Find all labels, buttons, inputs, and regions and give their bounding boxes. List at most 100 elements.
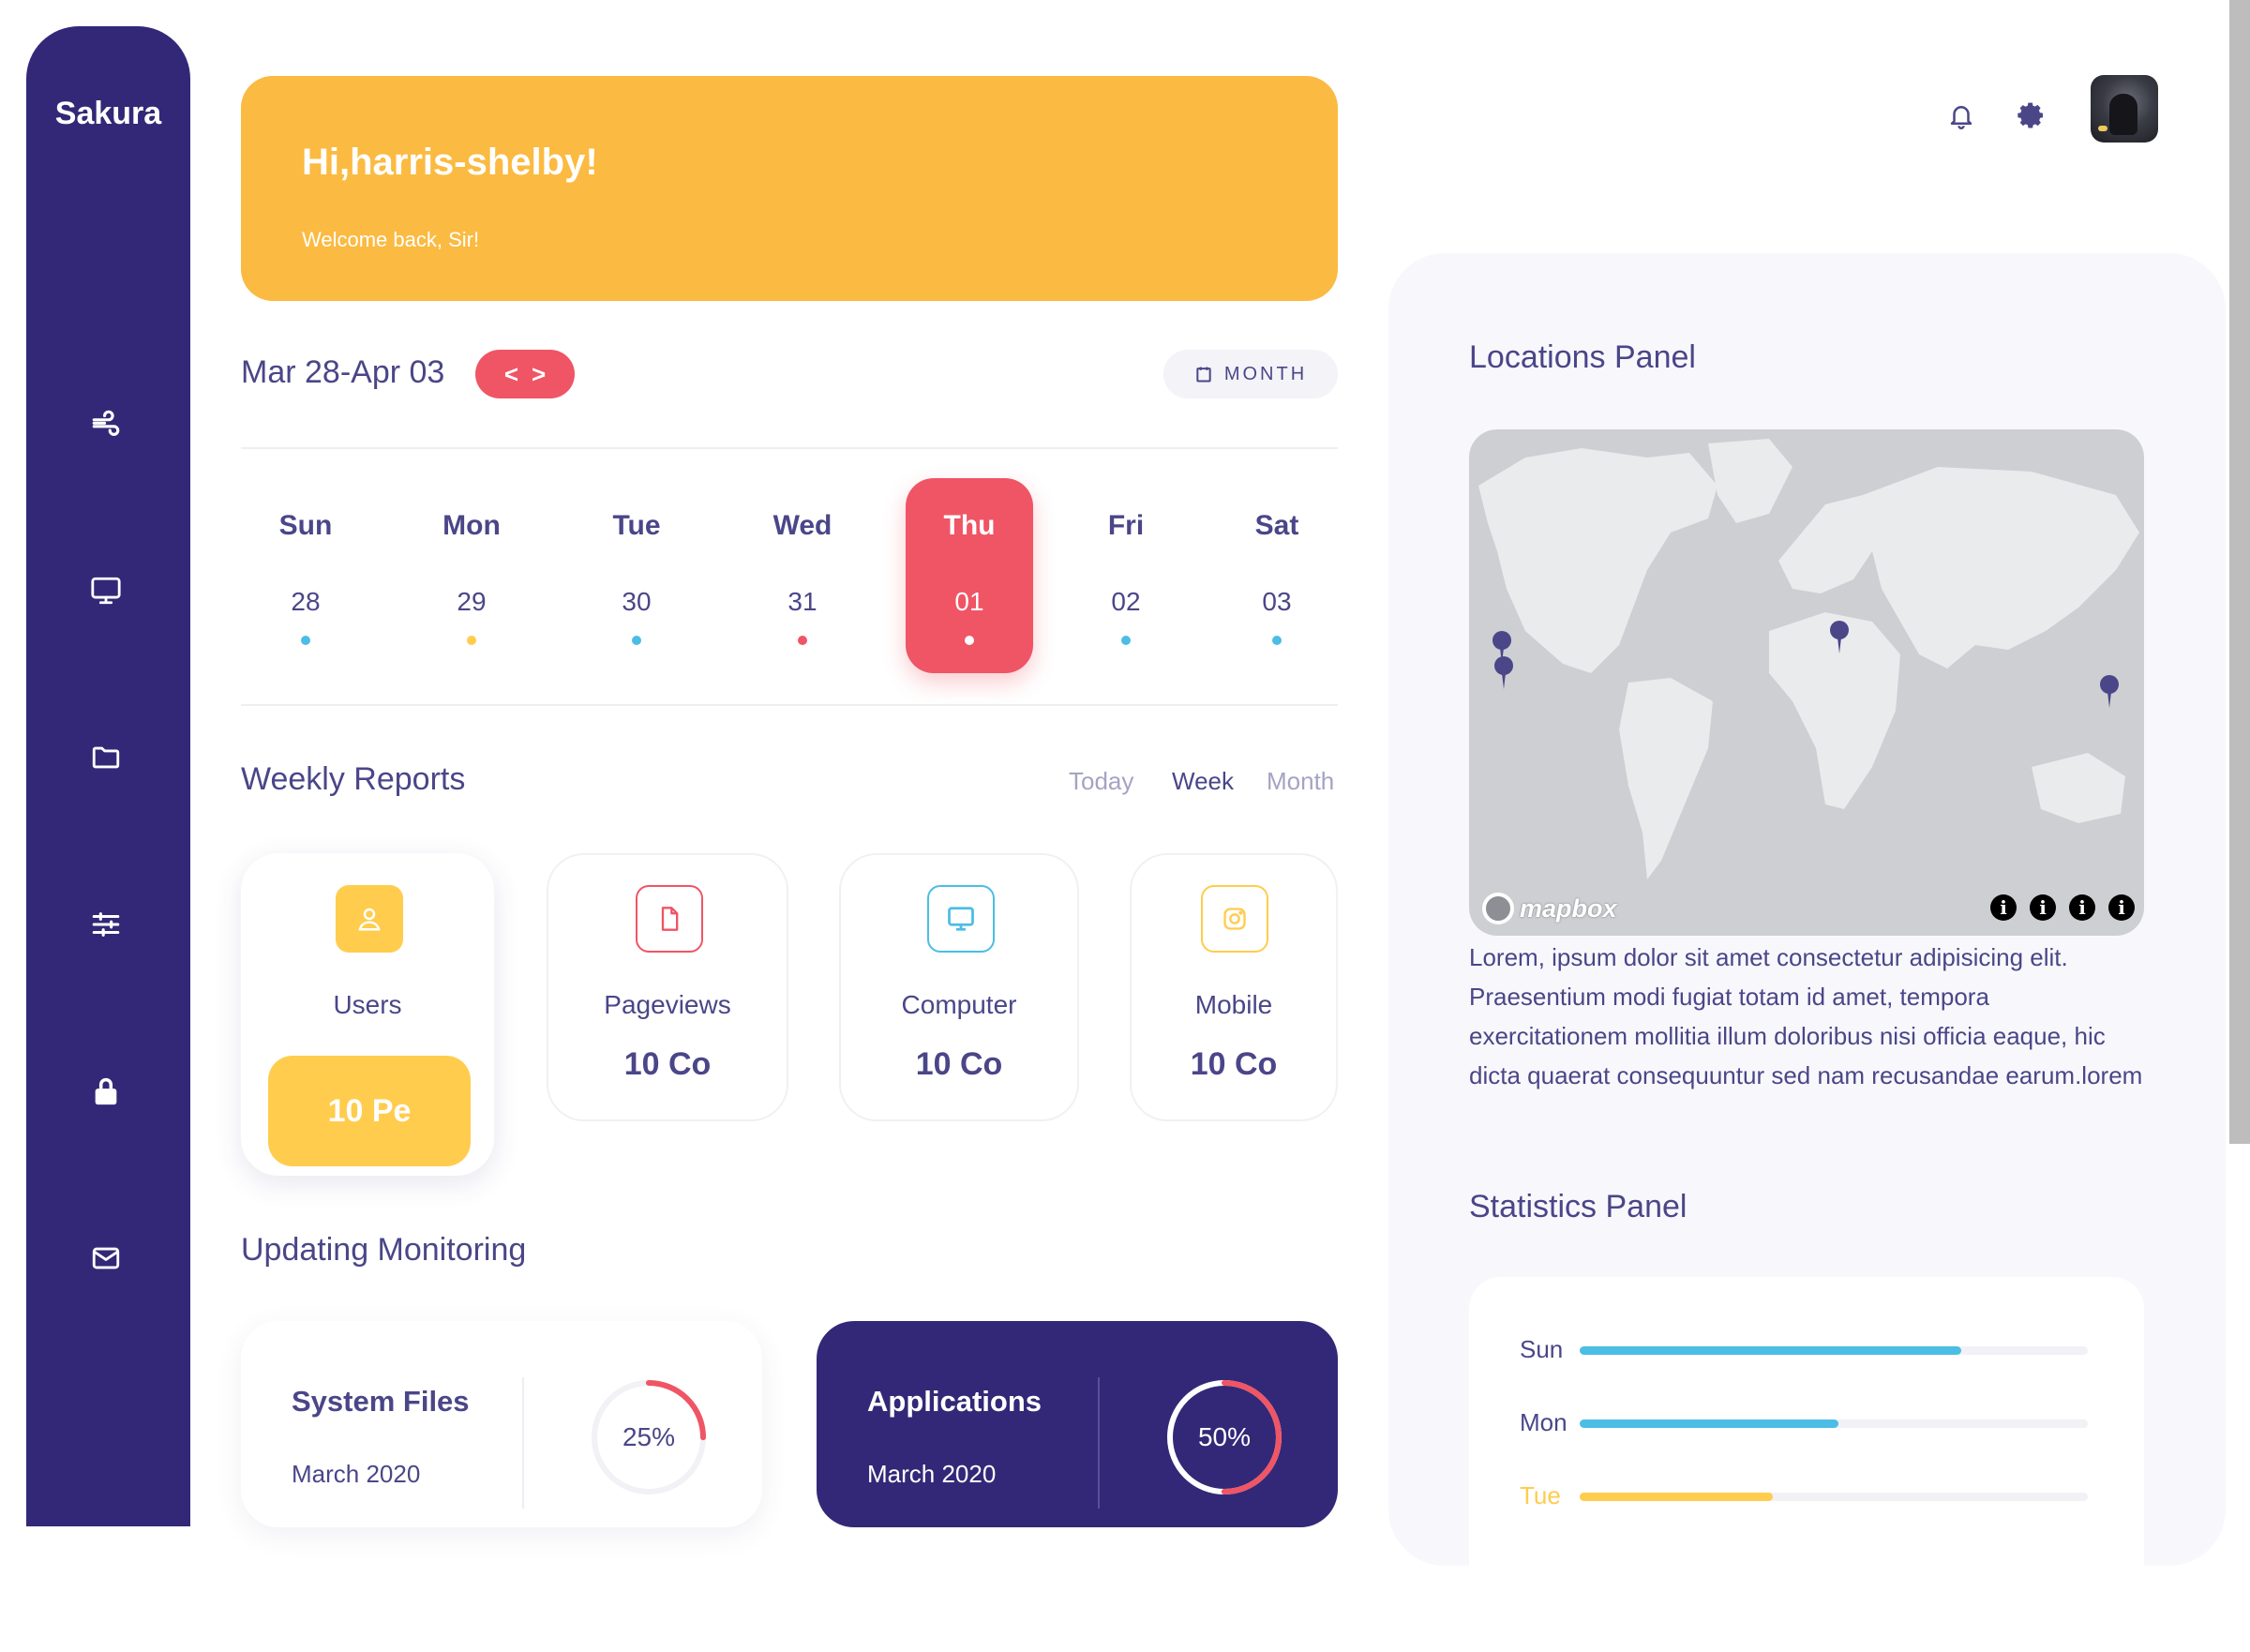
report-label: Mobile <box>1194 990 1273 1019</box>
map-pin <box>2100 675 2119 708</box>
greenland-shape <box>1708 439 1792 523</box>
day-tue[interactable]: Tue 30 <box>573 478 700 673</box>
monitor-card-system-files[interactable]: System Files March 2020 25% <box>241 1321 762 1527</box>
statistics-card: Sun Mon Tue <box>1469 1277 2144 1652</box>
monitor-icon <box>927 885 995 953</box>
calendar-icon <box>1196 367 1211 383</box>
africa-shape <box>1769 612 1900 809</box>
wind-icon <box>92 410 120 436</box>
report-value: 10 Co <box>1190 1046 1278 1082</box>
day-name: Fri <box>1107 510 1145 541</box>
day-sun[interactable]: Sun 28 <box>242 478 369 673</box>
event-dot <box>965 636 974 645</box>
date-range-label: Mar 28-Apr 03 <box>241 354 445 390</box>
day-number: 03 <box>1262 587 1292 616</box>
day-name: Tue <box>612 510 661 541</box>
mapbox-logo-text: mapbox <box>1520 894 1617 923</box>
day-number: 29 <box>457 587 487 616</box>
info-icon[interactable]: i <box>2069 894 2095 921</box>
day-name: Wed <box>772 510 832 541</box>
report-card-users[interactable]: Users 10 Pe <box>241 853 494 1176</box>
info-icon[interactable]: i <box>2030 894 2056 921</box>
right-panel: Locations Panel mapbox i i i i Lorem, ip… <box>1388 253 2226 1652</box>
mapbox-logo-mark <box>1482 893 1514 924</box>
stat-track <box>1580 1346 2088 1355</box>
event-dot <box>1121 636 1131 645</box>
sidebar-item-wind[interactable] <box>81 398 131 449</box>
info-icon[interactable]: i <box>2108 894 2135 921</box>
filter-today[interactable]: Today <box>1069 767 1133 796</box>
gear-icon <box>2018 102 2043 128</box>
instagram-icon <box>1201 885 1268 953</box>
event-dot <box>1272 636 1282 645</box>
report-card-pageviews[interactable]: Pageviews 10 Co <box>547 853 788 1121</box>
sidebar-item-sliders[interactable] <box>81 899 131 950</box>
user-avatar[interactable] <box>2091 75 2158 143</box>
day-number: 02 <box>1111 587 1141 616</box>
notifications-button[interactable] <box>1942 97 1980 134</box>
report-card-mobile[interactable]: Mobile 10 Co <box>1130 853 1338 1121</box>
user-icon <box>336 885 403 953</box>
stat-track <box>1580 1419 2088 1428</box>
event-dot <box>301 636 310 645</box>
greeting-title: Hi,harris-shelby! <box>302 142 598 183</box>
world-map[interactable]: mapbox i i i i <box>1469 429 2144 936</box>
date-range-nav: < > <box>475 350 575 398</box>
report-label: Pageviews <box>604 990 731 1019</box>
sidebar-item-folder[interactable] <box>81 732 131 783</box>
sidebar-item-lock[interactable] <box>81 1066 131 1117</box>
statistics-panel-title: Statistics Panel <box>1469 1189 1688 1224</box>
stat-row-mon: Mon <box>1520 1408 2101 1436</box>
monitor-card-date: March 2020 <box>867 1460 997 1488</box>
report-value: 10 Co <box>915 1046 1003 1082</box>
australia-shape <box>2032 753 2125 823</box>
app-logo: Sakura <box>54 96 162 131</box>
monitor-card-title: Applications <box>867 1385 1042 1418</box>
sidebar-item-monitor[interactable] <box>81 565 131 616</box>
monitor-card-date: March 2020 <box>292 1460 421 1488</box>
day-number: 30 <box>622 587 652 616</box>
filter-month[interactable]: Month <box>1267 767 1334 796</box>
bell-icon <box>1950 106 1972 129</box>
sidebar-item-mail[interactable] <box>81 1233 131 1284</box>
map-pin <box>1494 656 1513 689</box>
day-mon[interactable]: Mon 29 <box>408 478 535 673</box>
monitor-card-applications[interactable]: Applications March 2020 50% <box>817 1321 1338 1527</box>
avatar-light <box>2098 126 2108 131</box>
asia-shape <box>1863 467 2139 668</box>
map-attribution-icons: i i i i <box>1990 894 2135 921</box>
day-name: Thu <box>943 510 996 541</box>
stat-bar <box>1580 1346 1961 1355</box>
next-week-button[interactable]: > <box>532 360 546 389</box>
avatar-figure <box>2109 94 2138 135</box>
day-fri[interactable]: Fri 02 <box>1062 478 1190 673</box>
report-card-computer[interactable]: Computer 10 Co <box>839 853 1079 1121</box>
greeting-subtitle: Welcome back, Sir! <box>302 228 480 251</box>
prev-week-button[interactable]: < <box>504 360 518 389</box>
month-button-label: MONTH <box>1223 363 1308 384</box>
calendar-divider-top <box>241 447 1338 449</box>
day-number: 01 <box>954 587 984 616</box>
settings-button[interactable] <box>2013 97 2050 134</box>
mapbox-logo[interactable]: mapbox <box>1482 893 1617 924</box>
info-icon[interactable]: i <box>1990 894 2017 921</box>
page-scrollbar[interactable] <box>2229 0 2250 1144</box>
day-name: Mon <box>442 510 501 541</box>
stat-bar <box>1580 1419 1839 1428</box>
progress-percent: 25% <box>622 1422 676 1451</box>
day-wed[interactable]: Wed 31 <box>739 478 866 673</box>
card-divider <box>522 1377 524 1509</box>
locations-description: Lorem, ipsum dolor sit amet consectetur … <box>1469 943 2143 1089</box>
filter-week[interactable]: Week <box>1172 767 1234 796</box>
stat-day-label: Tue <box>1520 1481 1561 1509</box>
event-dot <box>798 636 807 645</box>
stat-day-label: Mon <box>1520 1408 1568 1436</box>
day-sat[interactable]: Sat 03 <box>1213 478 1341 673</box>
locations-panel-title: Locations Panel <box>1469 339 1696 375</box>
weekly-reports-title: Weekly Reports <box>241 761 466 797</box>
monitor-card-title: System Files <box>292 1385 470 1418</box>
stat-row-tue: Tue <box>1520 1481 2101 1509</box>
calendar-divider-bottom <box>241 704 1338 706</box>
month-view-button[interactable]: MONTH <box>1163 350 1338 398</box>
day-thu-selected[interactable]: Thu 01 <box>906 478 1033 673</box>
